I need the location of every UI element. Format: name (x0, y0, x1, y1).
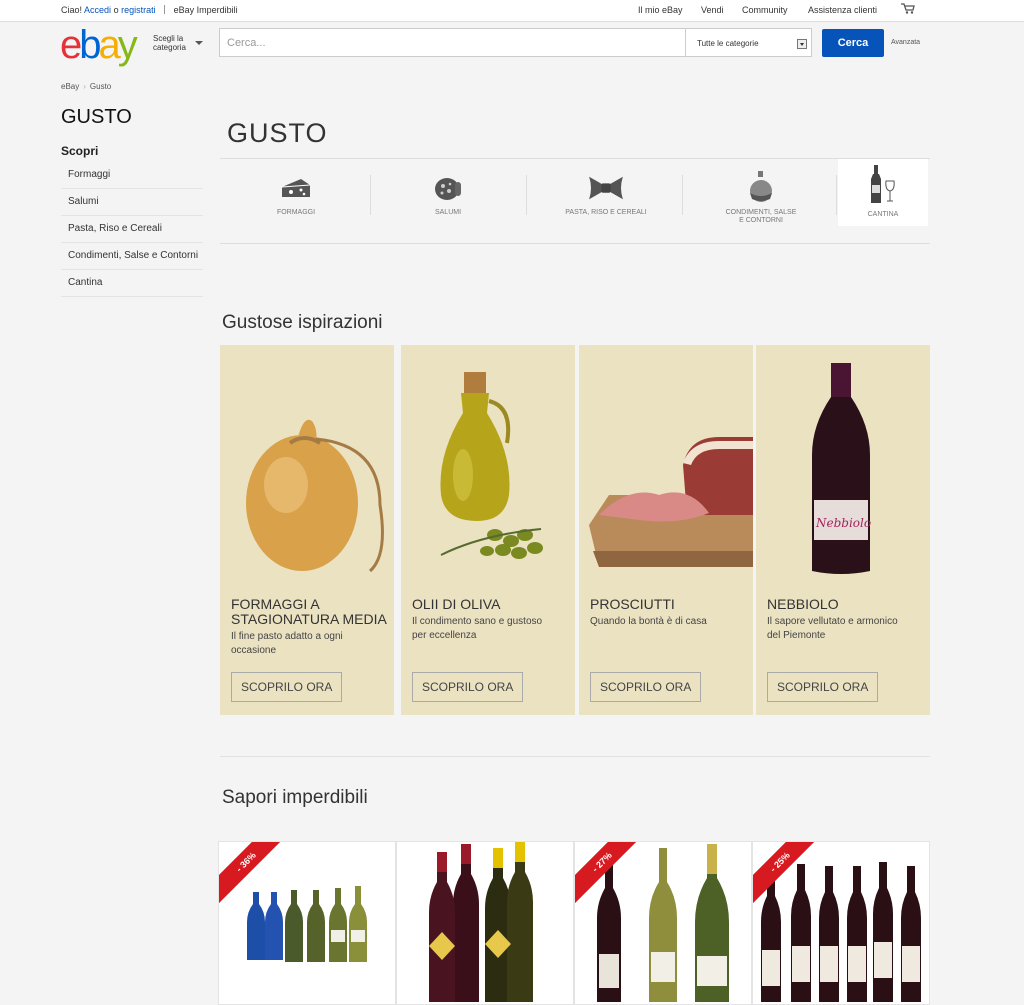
category-tile-condimenti[interactable]: CONDIMENTI, SALSE E CONTORNI (684, 159, 838, 226)
card-description: Il fine pasto adatto a ogni occasione (231, 631, 343, 656)
discover-button[interactable]: SCOPRILO ORA (767, 672, 879, 702)
chevron-right-icon: › (83, 82, 86, 91)
top-bar: Ciao! Accedi o registrati eBay Imperdibi… (0, 0, 1024, 22)
sidebar-subtitle: Scopri (61, 144, 99, 158)
page-title: GUSTO (227, 118, 328, 148)
category-tile-formaggi[interactable]: FORMAGGI (220, 159, 372, 226)
oil-cruet-icon (750, 171, 772, 202)
discover-button[interactable]: SCOPRILO ORA (231, 672, 343, 702)
community-link[interactable]: Community (742, 5, 788, 15)
card-description: Il sapore vellutato e armonico del Piemo… (767, 616, 898, 641)
wine-bottles-image (429, 842, 533, 1002)
card-description: Il condimento sano e gustoso per eccelle… (412, 616, 543, 641)
deals-heading: Sapori imperdibili (222, 787, 368, 808)
breadcrumb: eBay › Gusto (61, 82, 111, 91)
my-ebay-link[interactable]: Il mio eBay (638, 5, 683, 15)
register-link[interactable]: registrati (121, 5, 156, 15)
divider (220, 756, 930, 757)
deal-card[interactable]: - 36% (218, 841, 396, 1005)
pasta-icon (589, 176, 623, 200)
top-bar-left: Ciao! Accedi o registrati eBay Imperdibi… (61, 5, 238, 15)
deal-card[interactable]: - 27% (574, 841, 752, 1005)
sidebar-item-condimenti[interactable]: Condimenti, Salse e Contorni (61, 243, 203, 270)
inspiration-card-olio[interactable]: OLII DI OLIVA Il condimento sano e gusto… (401, 345, 575, 715)
greeting-text: Ciao! (61, 5, 83, 15)
category-picker[interactable]: Scegli la categoria (153, 34, 203, 52)
caciocavallo-image (246, 419, 384, 573)
card-description: Quando la bontà è di casa (590, 616, 707, 627)
deal-card[interactable] (396, 841, 574, 1005)
advanced-search-link[interactable]: Avanzata (891, 39, 920, 46)
sell-link[interactable]: Vendi (701, 5, 724, 15)
sidebar-item-salumi[interactable]: Salumi (61, 189, 203, 216)
search-button[interactable]: Cerca (822, 29, 884, 57)
category-select[interactable]: Tutte le categorie (686, 28, 812, 57)
inspiration-card-nebbiolo[interactable]: Nebbiolo NEBBIOLO Il sapore vellutato e … (756, 345, 930, 715)
nebbiolo-bottle-image: Nebbiolo (812, 363, 871, 574)
category-tile-cantina[interactable]: CANTINA (838, 159, 928, 226)
discover-button[interactable]: SCOPRILO ORA (590, 672, 702, 702)
category-tile-pasta[interactable]: PASTA, RISO E CEREALI (528, 159, 684, 226)
divider (164, 5, 166, 14)
salami-icon (435, 178, 461, 200)
card-title: NEBBIOLO (767, 596, 839, 612)
or-text: o (113, 5, 119, 15)
sidebar-title: GUSTO (61, 106, 132, 128)
card-title: PROSCIUTTI (590, 596, 675, 612)
sidebar-item-formaggi[interactable]: Formaggi (61, 162, 203, 189)
svg-text:Nebbiolo: Nebbiolo (815, 516, 871, 530)
inspiration-card-prosciutti[interactable]: PROSCIUTTI Quando la bontà è di casa SCO… (579, 345, 753, 715)
olive-oil-image (440, 372, 543, 559)
breadcrumb-gusto: Gusto (89, 82, 112, 91)
chevron-down-icon (195, 41, 203, 45)
support-link[interactable]: Assistenza clienti (808, 5, 877, 15)
inspiration-card-formaggi[interactable]: FORMAGGI A STAGIONATURA MEDIA Il fine pa… (220, 345, 394, 715)
prosciutto-image (589, 437, 753, 567)
search-input[interactable]: Cerca... (219, 28, 686, 57)
wine-icon (871, 165, 895, 203)
ebay-logo[interactable]: ebay (60, 25, 138, 65)
card-title: FORMAGGI A STAGIONATURA MEDIA (231, 596, 387, 627)
category-tile-salumi[interactable]: SALUMI (372, 159, 524, 226)
sidebar-list: Formaggi Salumi Pasta, Riso e Cereali Co… (61, 162, 203, 297)
sidebar-item-pasta[interactable]: Pasta, Riso e Cereali (61, 216, 203, 243)
discover-button[interactable]: SCOPRILO ORA (412, 672, 524, 702)
deals-link[interactable]: eBay Imperdibili (174, 5, 238, 15)
login-link[interactable]: Accedi (84, 5, 111, 15)
dropdown-arrow-icon (797, 39, 807, 49)
card-title: OLII DI OLIVA (412, 596, 501, 612)
cheese-icon (281, 179, 311, 197)
inspirations-heading: Gustose ispirazioni (222, 312, 383, 333)
deal-card[interactable]: - 25% (752, 841, 930, 1005)
category-bar: FORMAGGI SALUMI PASTA, RISO E CEREALI CO… (220, 158, 930, 244)
divider (836, 175, 837, 215)
sidebar-item-cantina[interactable]: Cantina (61, 270, 203, 297)
breadcrumb-ebay[interactable]: eBay (61, 82, 79, 91)
cart-icon[interactable] (901, 3, 915, 14)
divider (682, 175, 683, 215)
divider (370, 175, 371, 215)
divider (526, 175, 527, 215)
